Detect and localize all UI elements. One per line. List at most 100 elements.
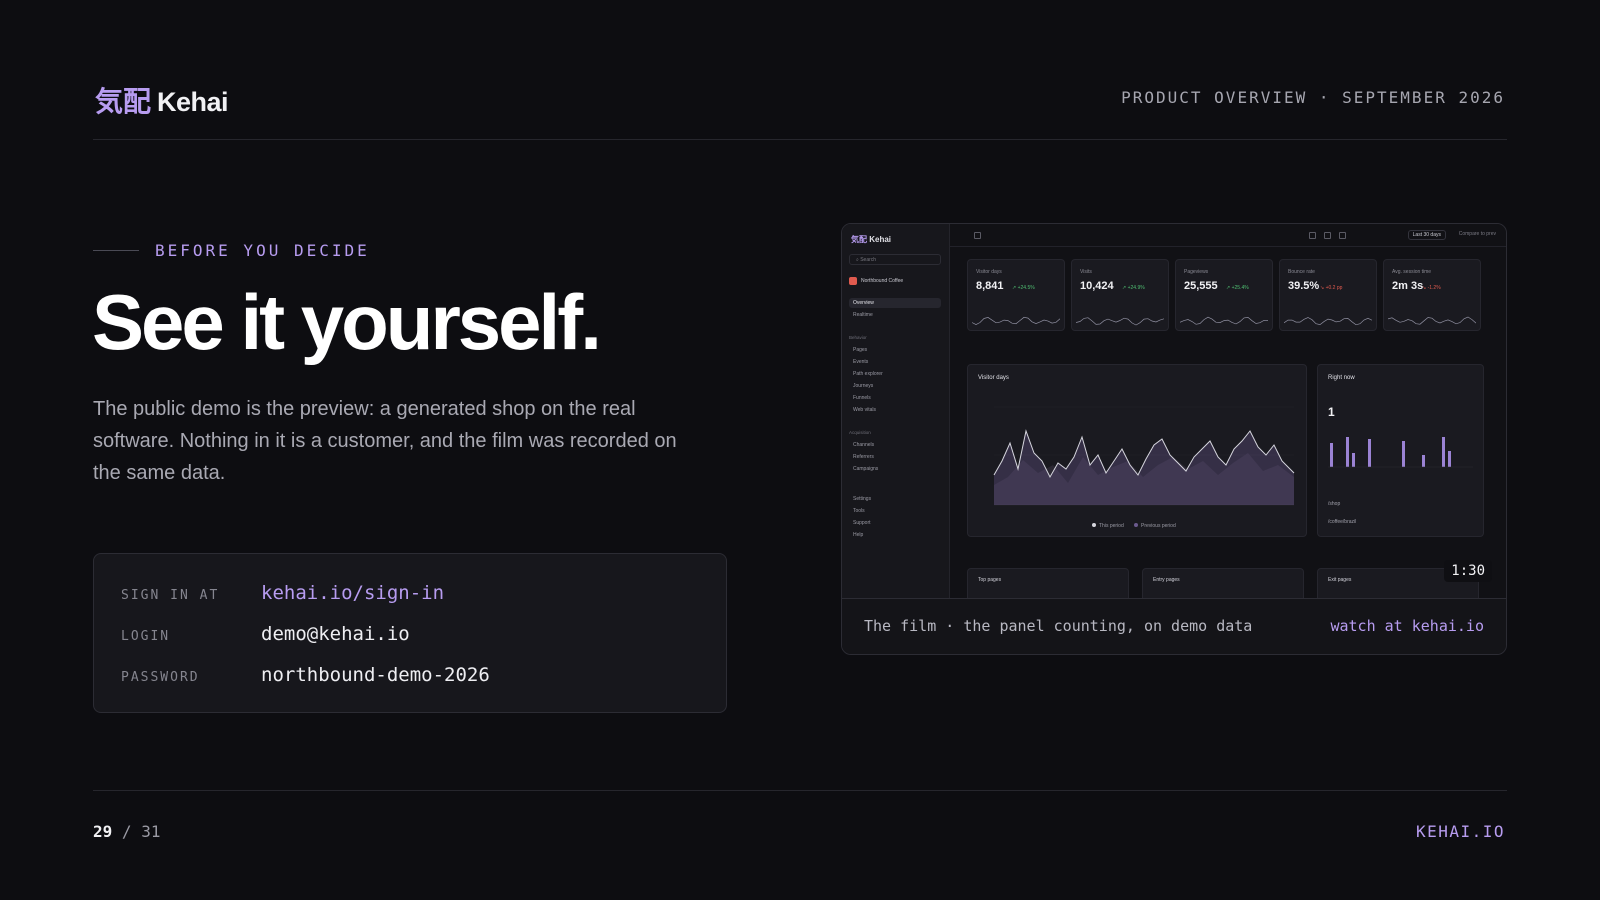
- preview-sidebar: 気配 Kehai ⌕ Search Northbound Coffee Over…: [842, 224, 950, 598]
- kpi-card[interactable]: Avg. session time 2m 3s ↘ -1.2%: [1383, 259, 1481, 331]
- kpi-sparkline: [1076, 317, 1164, 326]
- kpi-card[interactable]: Visits 10,424 ↗ +24.9%: [1071, 259, 1169, 331]
- active-page-row[interactable]: /coffee/brazil: [1328, 519, 1356, 525]
- preview-search-input[interactable]: ⌕ Search: [849, 254, 941, 265]
- watch-film-link[interactable]: watch at kehai.io: [1330, 617, 1484, 635]
- body-copy: The public demo is the preview: a genera…: [93, 398, 677, 484]
- headline: See it yourself.: [92, 278, 602, 366]
- kpi-card[interactable]: Bounce rate 39.5% ↘ +0.2 pp: [1279, 259, 1377, 331]
- visitor-days-chart-card[interactable]: Visitor days This period Previous period: [967, 364, 1307, 537]
- preview-nav-item[interactable]: Realtime: [849, 310, 941, 320]
- kpi-value: 10,424: [1080, 280, 1114, 292]
- preview-nav-item[interactable]: Funnels: [849, 393, 941, 403]
- sparkline-path: [972, 316, 1060, 325]
- kpi-delta: ↗ +24.5%: [1012, 285, 1035, 291]
- activity-bar: [1346, 437, 1349, 467]
- activity-bar: [1368, 439, 1371, 467]
- footer-site-link[interactable]: KEHAI.IO: [1416, 822, 1505, 841]
- credential-row-login: LOGIN demo@kehai.io: [121, 623, 410, 645]
- preview-nav-heading: Acquisition: [849, 430, 871, 435]
- kpi-value: 25,555: [1184, 280, 1218, 292]
- kpi-value: 39.5%: [1288, 280, 1320, 292]
- compare-toggle[interactable]: Compare to prev: [1459, 231, 1496, 237]
- sparkline-path: [1076, 317, 1164, 326]
- date-range-select[interactable]: Last 30 days: [1407, 230, 1446, 240]
- activity-bar: [1442, 437, 1445, 467]
- activity-bar: [1352, 453, 1355, 467]
- page-total: 31: [141, 822, 161, 841]
- activity-bar: [1422, 455, 1425, 467]
- eyebrow: BEFORE YOU DECIDE: [93, 241, 370, 260]
- refresh-icon[interactable]: [1309, 232, 1316, 239]
- eyebrow-text: BEFORE YOU DECIDE: [155, 241, 370, 260]
- entry-pages-card[interactable]: Entry pages: [1142, 568, 1304, 598]
- sign-in-link[interactable]: kehai.io/sign-in: [261, 582, 444, 604]
- top-pages-card[interactable]: Top pages: [967, 568, 1129, 598]
- preview-nav-item[interactable]: Campaigns: [849, 464, 941, 474]
- preview-screen[interactable]: 気配 Kehai ⌕ Search Northbound Coffee Over…: [842, 224, 1506, 598]
- kpi-delta: ↗ +25.4%: [1226, 285, 1249, 291]
- preview-nav-item[interactable]: Journeys: [849, 381, 941, 391]
- right-now-card[interactable]: Right now 1 /shop /coffee/brazil: [1317, 364, 1484, 537]
- site-icon: [849, 276, 857, 285]
- legend-dot-this-period: [1092, 523, 1096, 527]
- site-name: Northbound Coffee: [861, 277, 904, 284]
- filter-icon[interactable]: [1324, 232, 1331, 239]
- video-timer: 1:30: [1444, 560, 1492, 582]
- preview-nav-item[interactable]: Pages: [849, 345, 941, 355]
- right-now-bars: [1328, 437, 1473, 468]
- caption-text: The film · the panel counting, on demo d…: [864, 617, 1253, 635]
- kpi-label: Visits: [1080, 269, 1092, 275]
- brand-logo: 気配 Kehai: [95, 80, 229, 120]
- preview-nav-item[interactable]: Web vitals: [849, 405, 941, 415]
- legend-previous-period: Previous period: [1141, 523, 1176, 529]
- eyebrow-line: [93, 250, 139, 251]
- activity-bar: [1402, 441, 1405, 467]
- chart-area-current: [994, 431, 1294, 505]
- card-title: Entry pages: [1153, 577, 1180, 583]
- preview-nav-item[interactable]: Channels: [849, 440, 941, 450]
- legend-this-period: This period: [1099, 523, 1124, 529]
- kpi-sparkline: [1388, 316, 1476, 325]
- password-value[interactable]: northbound-demo-2026: [261, 664, 490, 686]
- credential-label: PASSWORD: [121, 670, 200, 685]
- preview-site-switcher[interactable]: Northbound Coffee: [849, 273, 941, 288]
- sparkline-path: [1284, 317, 1372, 326]
- preview-logo: 気配 Kehai: [851, 235, 892, 244]
- preview-nav-item[interactable]: Path explorer: [849, 369, 941, 379]
- preview-nav-item[interactable]: Help: [849, 530, 941, 540]
- preview-nav-item[interactable]: Tools: [849, 506, 941, 516]
- page-number: 29 / 31: [93, 822, 160, 841]
- card-title: Top pages: [978, 577, 1002, 583]
- kpi-delta: ↘ -1.2%: [1422, 285, 1441, 291]
- sidebar-toggle-icon[interactable]: [974, 232, 981, 239]
- page-current: 29: [93, 822, 113, 841]
- visitor-days-chart: This period Previous period: [993, 406, 1295, 529]
- credential-label: LOGIN: [121, 629, 171, 644]
- brand-name: Kehai: [157, 87, 229, 117]
- login-value[interactable]: demo@kehai.io: [261, 623, 410, 645]
- kpi-label: Bounce rate: [1288, 269, 1315, 275]
- kpi-value: 8,841: [976, 280, 1004, 292]
- kpi-card[interactable]: Visitor days 8,841 ↗ +24.5%: [967, 259, 1065, 331]
- page-separator: /: [121, 822, 132, 841]
- kpi-sparkline: [1284, 317, 1372, 326]
- preview-nav-item[interactable]: Overview: [849, 298, 941, 308]
- preview-nav-item[interactable]: Settings: [849, 494, 941, 504]
- kpi-value: 2m 3s: [1392, 280, 1424, 292]
- kpi-card[interactable]: Pageviews 25,555 ↗ +25.4%: [1175, 259, 1273, 331]
- activity-bar: [1330, 443, 1333, 467]
- preview-nav-item[interactable]: Referrers: [849, 452, 941, 462]
- share-icon[interactable]: [1339, 232, 1346, 239]
- preview-caption: The film · the panel counting, on demo d…: [842, 598, 1506, 654]
- preview-nav-item[interactable]: Events: [849, 357, 941, 367]
- kpi-delta: ↘ +0.2 pp: [1320, 285, 1343, 291]
- kpi-label: Visitor days: [976, 269, 1002, 275]
- sparkline-path: [1180, 316, 1268, 325]
- active-page-row[interactable]: /shop: [1328, 501, 1340, 507]
- header-meta: PRODUCT OVERVIEW · SEPTEMBER 2026: [1121, 88, 1505, 107]
- preview-nav-item[interactable]: Support: [849, 518, 941, 528]
- kpi-sparkline: [1180, 316, 1268, 325]
- header-divider: [93, 139, 1507, 140]
- dashboard-preview[interactable]: 気配 Kehai ⌕ Search Northbound Coffee Over…: [841, 223, 1507, 655]
